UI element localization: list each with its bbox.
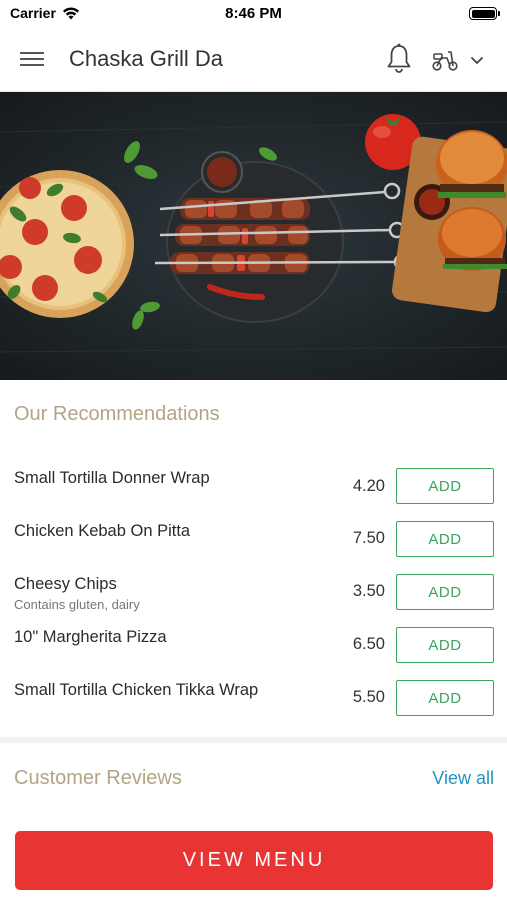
- item-allergen-note: Contains gluten, dairy: [14, 597, 140, 612]
- view-all-reviews-link[interactable]: View all: [432, 768, 494, 789]
- add-to-cart-button[interactable]: ADD: [396, 627, 494, 663]
- view-menu-button[interactable]: VIEW MENU: [15, 831, 493, 890]
- recommendation-item: 10" Margherita Pizza 6.50 ADD: [0, 625, 507, 677]
- section-divider: [0, 737, 507, 743]
- add-to-cart-button[interactable]: ADD: [396, 468, 494, 504]
- bell-icon[interactable]: [384, 42, 414, 76]
- item-name: Small Tortilla Donner Wrap: [14, 469, 210, 487]
- add-to-cart-button[interactable]: ADD: [396, 680, 494, 716]
- recommendation-item: Chicken Kebab On Pitta 7.50 ADD: [0, 519, 507, 571]
- battery-icon: [469, 7, 500, 20]
- hero-food-image: [0, 92, 507, 380]
- customer-reviews-heading: Customer Reviews: [14, 767, 182, 789]
- item-name: Cheesy Chips: [14, 575, 117, 593]
- item-price: 3.50: [352, 582, 385, 600]
- add-to-cart-button[interactable]: ADD: [396, 574, 494, 610]
- item-name: Chicken Kebab On Pitta: [14, 522, 191, 540]
- hamburger-menu-icon[interactable]: [20, 48, 50, 72]
- status-bar: Carrier 8:46 PM: [0, 0, 507, 28]
- recommendations-heading: Our Recommendations: [14, 403, 220, 425]
- recommendation-item: Small Tortilla Chicken Tikka Wrap 5.50 A…: [0, 678, 507, 730]
- item-price: 5.50: [352, 688, 385, 706]
- item-price: 6.50: [352, 635, 385, 653]
- scooter-icon: [432, 51, 458, 71]
- item-price: 7.50: [352, 529, 385, 547]
- item-name: Small Tortilla Chicken Tikka Wrap: [14, 681, 259, 699]
- recommendation-item: Cheesy Chips Contains gluten, dairy 3.50…: [0, 572, 507, 624]
- add-to-cart-button[interactable]: ADD: [396, 521, 494, 557]
- delivery-mode-selector[interactable]: [430, 46, 490, 74]
- status-time: 8:46 PM: [225, 5, 282, 22]
- app-header: Chaska Grill Da: [0, 28, 507, 92]
- item-price: 4.20: [352, 477, 385, 495]
- page-title: Chaska Grill Da: [69, 46, 224, 71]
- chevron-down-icon: [471, 57, 483, 65]
- recommendation-item: Small Tortilla Donner Wrap 4.20 ADD: [0, 466, 507, 518]
- item-name: 10" Margherita Pizza: [14, 628, 167, 646]
